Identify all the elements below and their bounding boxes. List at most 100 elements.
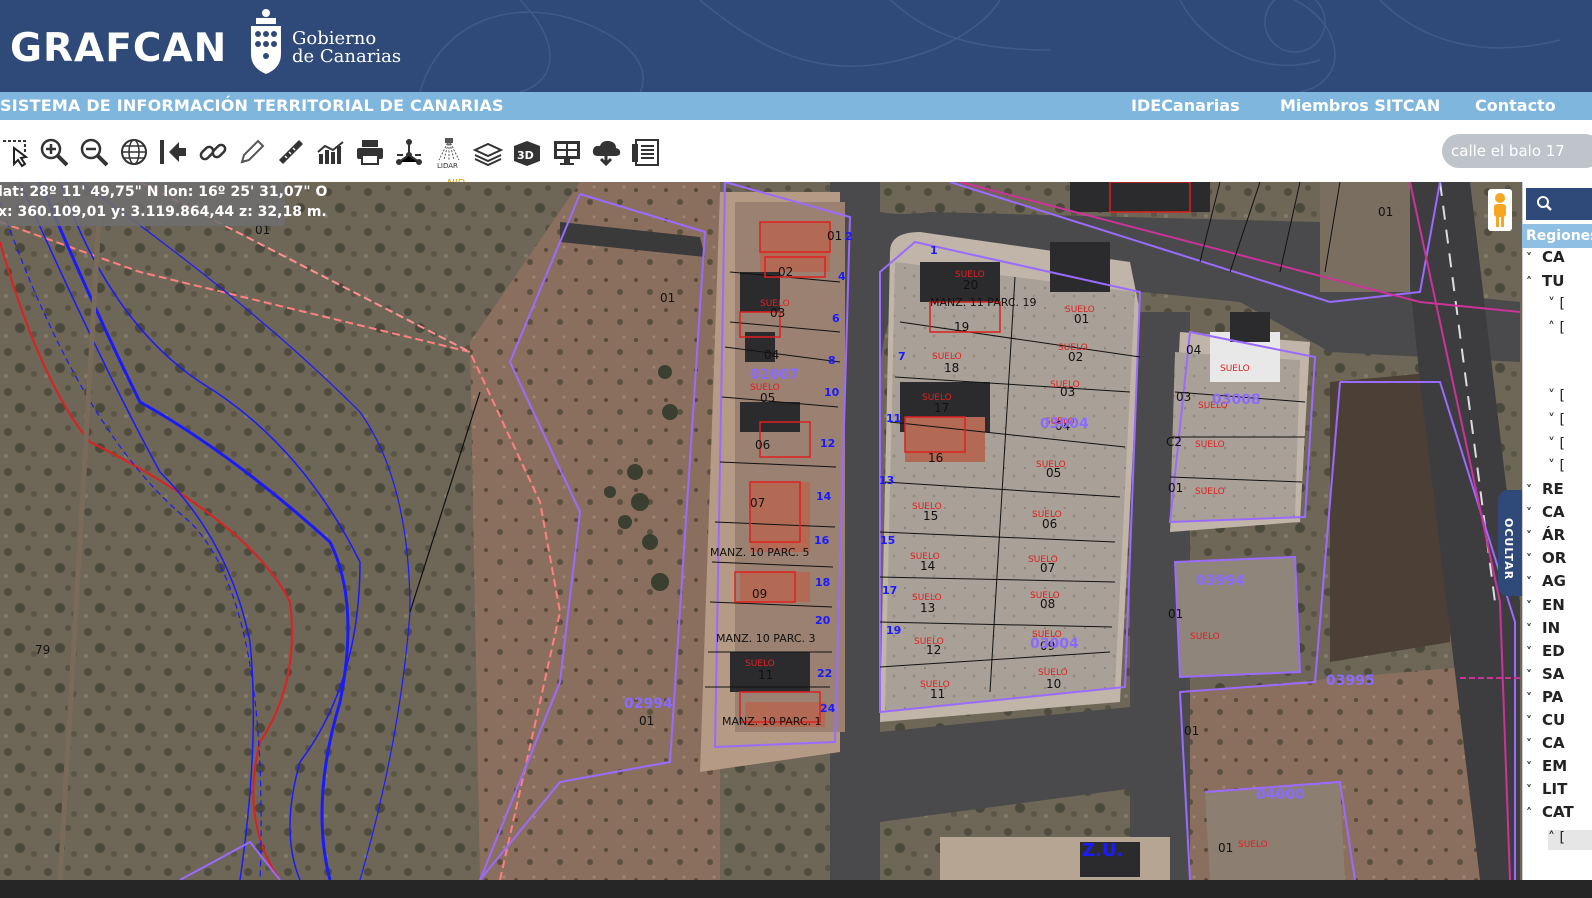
report-icon[interactable]	[630, 136, 662, 168]
layer-group-row[interactable]: ˅ ED	[1526, 642, 1592, 664]
svg-text:04: 04	[1186, 343, 1201, 357]
map-label-suelo: SUELO	[1195, 487, 1225, 497]
layer-group-label: AG	[1542, 572, 1566, 590]
layer-group-row[interactable]: ˅ LIT	[1526, 780, 1592, 802]
layer-group-row[interactable]: ˄ CAT	[1526, 803, 1592, 825]
svg-text:01: 01	[639, 714, 654, 728]
chevron-down-icon: ˅	[1526, 506, 1532, 520]
download-cloud-icon[interactable]	[590, 136, 622, 168]
layer-group-row[interactable]: ˅ SA	[1526, 665, 1592, 687]
print-icon[interactable]	[354, 136, 386, 168]
svg-text:13: 13	[920, 601, 935, 615]
svg-text:19: 19	[954, 320, 969, 334]
svg-text:17: 17	[934, 401, 949, 415]
globe-icon[interactable]	[118, 136, 150, 168]
layer-group-row[interactable]: ˅ CA	[1526, 503, 1592, 525]
svg-text:13: 13	[879, 474, 894, 487]
profile-chart-icon[interactable]	[315, 136, 347, 168]
layer-group-row[interactable]: ˅ EN	[1526, 596, 1592, 618]
svg-text:01: 01	[1378, 205, 1393, 219]
svg-text:22: 22	[817, 667, 832, 680]
block-code-02007: 02007	[750, 367, 799, 383]
sublayer-checkbox[interactable]: ˄ [	[1548, 320, 1565, 340]
screen-icon[interactable]	[551, 136, 583, 168]
sublayer-checkbox[interactable]: ˅ [	[1548, 412, 1565, 432]
street-view-pegman-icon[interactable]	[1488, 189, 1512, 231]
gobierno-canarias-logo[interactable]: Gobierno de Canarias	[292, 30, 401, 66]
svg-text:18: 18	[815, 576, 830, 589]
layer-group-row[interactable]: ˅ ÁR	[1526, 526, 1592, 548]
select-icon[interactable]	[0, 136, 32, 168]
nav-link-idecanarias[interactable]: IDECanarias	[1131, 96, 1240, 115]
measure-ruler-icon[interactable]	[275, 136, 307, 168]
map-canvas[interactable]: SUELO SUELO SUELO SUELO SUELO SUELO SUEL…	[0, 182, 1522, 880]
block-code-04000: 04000	[1256, 787, 1305, 803]
chevron-down-icon: ˅	[1526, 645, 1532, 659]
site-title: SISTEMA DE INFORMACIÓN TERRITORIAL DE CA…	[0, 96, 504, 115]
nav-link-contacto[interactable]: Contacto	[1475, 96, 1556, 115]
svg-text:10: 10	[1046, 677, 1061, 691]
layer-group-row[interactable]: ˅ CA	[1526, 248, 1592, 270]
svg-text:03: 03	[770, 306, 785, 320]
svg-text:01: 01	[827, 229, 842, 243]
header-decoration	[419, 0, 1561, 92]
layer-group-row[interactable]: ˅ IN	[1526, 619, 1592, 641]
svg-text:01: 01	[660, 291, 675, 305]
layer-group-label: CU	[1542, 711, 1566, 729]
svg-text:3D: 3D	[517, 149, 534, 162]
svg-text:01: 01	[1168, 481, 1183, 495]
coords-xyz: x: 360.109,01 y: 3.119.864,44 z: 32,18 m…	[0, 204, 327, 220]
svg-text:06: 06	[755, 438, 770, 452]
layer-group-label: CA	[1542, 734, 1565, 752]
chevron-down-icon: ˅	[1526, 251, 1532, 265]
layer-group-row[interactable]: ˅ AG	[1526, 572, 1592, 594]
svg-text:07: 07	[750, 496, 765, 510]
map-label-manzana: MANZ. 10 PARC. 5	[710, 546, 810, 559]
sublayer-checkbox[interactable]: ˅ [	[1548, 436, 1565, 456]
grafcan-logo[interactable]: GRAFCAN	[10, 26, 227, 71]
svg-text:08: 08	[1040, 597, 1055, 611]
sublayer-checkbox[interactable]: ˅ [	[1548, 458, 1565, 478]
block-code-03994: 03994	[1196, 573, 1245, 589]
layer-group-row[interactable]: ˅ OR	[1526, 549, 1592, 571]
sublayer-checkbox[interactable]: ˅ [	[1548, 296, 1565, 316]
map-label-manzana: MANZ. 10 PARC. 3	[716, 632, 816, 645]
layer-group-row[interactable]: ˅ PA	[1526, 688, 1592, 710]
svg-text:01: 01	[1184, 724, 1199, 738]
svg-text:10: 10	[824, 386, 840, 399]
layer-group-row[interactable]: ˅ EM	[1526, 757, 1592, 779]
map-label-manzana: MANZ. 11 PARC. 19	[930, 296, 1037, 309]
block-code-03995: 03995	[1326, 673, 1375, 689]
layer-group-row[interactable]: ˅ CU	[1526, 711, 1592, 733]
lidar-label: LIDAR	[437, 162, 458, 170]
panel-search-button[interactable]	[1526, 188, 1592, 220]
sublayer-checkbox[interactable]: ˅ [	[1548, 388, 1565, 408]
layer-group-row[interactable]: ˄ TU	[1526, 272, 1592, 294]
svg-text:1: 1	[930, 244, 938, 257]
layer-group-label: EM	[1542, 757, 1568, 775]
svg-text:6: 6	[832, 312, 840, 325]
chevron-down-icon: ˅	[1526, 760, 1532, 774]
aerial-map[interactable]: SUELO SUELO SUELO SUELO SUELO SUELO SUEL…	[0, 182, 1522, 880]
draw-pencil-icon[interactable]	[236, 136, 268, 168]
zoom-out-icon[interactable]	[78, 136, 110, 168]
hide-panel-button[interactable]: OCULTAR	[1498, 490, 1522, 596]
address-search-input[interactable]: calle el balo 17	[1442, 134, 1592, 168]
3d-icon[interactable]: 3D	[511, 136, 543, 168]
layer-group-row[interactable]: ˅ RE	[1526, 480, 1592, 502]
svg-text:02: 02	[1068, 350, 1083, 364]
svg-text:20: 20	[815, 614, 831, 627]
zu-label: Z.U.	[1082, 840, 1123, 861]
link-icon[interactable]	[197, 136, 229, 168]
network-icon[interactable]	[393, 136, 425, 168]
zoom-in-icon[interactable]	[38, 136, 70, 168]
layer-group-row[interactable]: ˅ CA	[1526, 734, 1592, 756]
block-code-03004: 03004	[1030, 636, 1079, 652]
layers-icon[interactable]	[472, 136, 504, 168]
svg-text:79: 79	[35, 643, 50, 657]
back-extent-icon[interactable]	[157, 136, 189, 168]
sublayer-checkbox[interactable]: ˄ [	[1548, 830, 1592, 850]
panel-region-header[interactable]: Regiones	[1522, 224, 1592, 248]
nav-link-miembros-sitcan[interactable]: Miembros SITCAN	[1280, 96, 1440, 115]
chevron-down-icon: ˅	[1526, 529, 1532, 543]
